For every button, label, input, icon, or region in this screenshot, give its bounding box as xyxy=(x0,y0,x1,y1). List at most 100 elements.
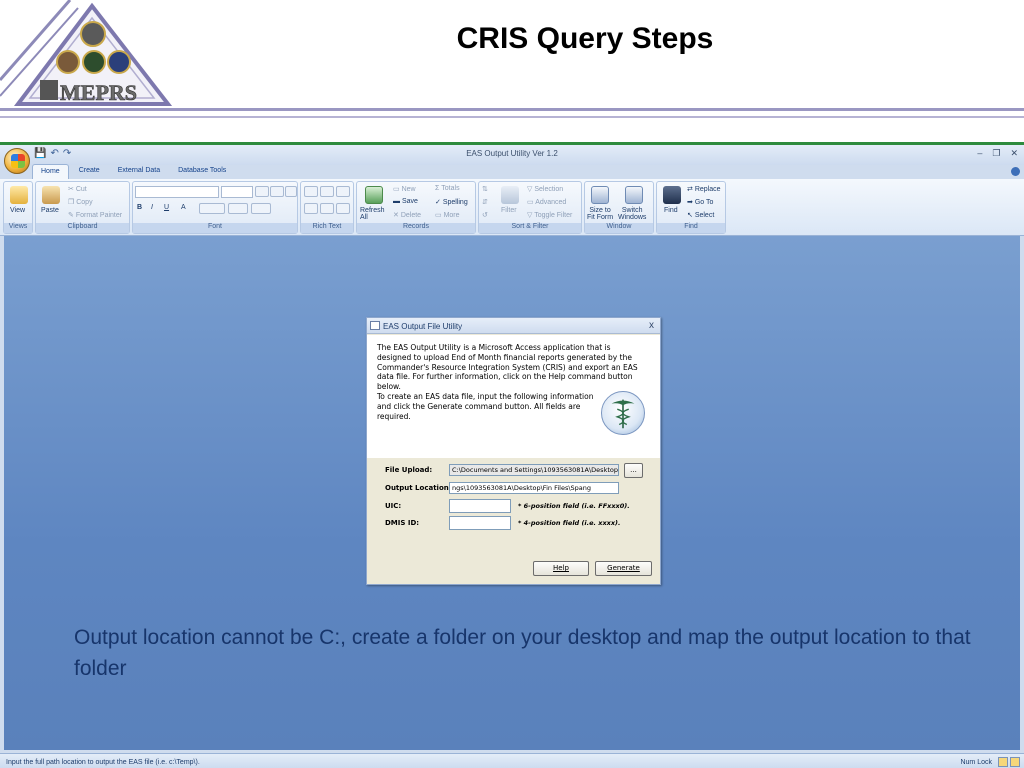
group-label-clipboard: Clipboard xyxy=(36,223,129,233)
filter-button[interactable]: Filter xyxy=(501,207,517,214)
toggle-filter-button[interactable]: ▽ Toggle Filter xyxy=(527,211,572,219)
help-icon[interactable] xyxy=(1011,167,1020,176)
save-record-button[interactable]: ▬ Save xyxy=(393,198,418,205)
format-painter-button[interactable]: ✎ Format Painter xyxy=(68,211,122,219)
browse-button[interactable]: ... xyxy=(624,463,643,478)
find-button[interactable]: Find xyxy=(664,207,678,214)
dialog-title-bar: EAS Output File Utility x xyxy=(367,318,660,334)
size-to-fit-icon[interactable] xyxy=(591,186,609,204)
header-rule xyxy=(0,108,1024,111)
group-views: View Views xyxy=(3,181,33,234)
form-icon xyxy=(370,321,380,330)
font-color-button[interactable]: A xyxy=(181,204,186,211)
cut-button[interactable]: ✂ Cut xyxy=(68,185,87,193)
binoculars-icon[interactable] xyxy=(663,186,681,204)
group-records: Refresh All ▭ New ▬ Save ✕ Delete Σ Total… xyxy=(356,181,476,234)
decrease-indent-icon[interactable] xyxy=(304,186,318,197)
underline-button[interactable]: U xyxy=(164,204,169,211)
copy-button[interactable]: ❐ Copy xyxy=(68,198,93,206)
switch-windows-icon[interactable] xyxy=(625,186,643,204)
group-label-font: Font xyxy=(133,223,297,233)
dialog-close-button[interactable]: x xyxy=(649,320,654,331)
text-direction-icon[interactable] xyxy=(336,186,350,197)
view-button[interactable]: View xyxy=(10,207,25,214)
clear-sort-icon[interactable]: ↺ xyxy=(482,211,488,219)
office-button[interactable] xyxy=(4,148,30,174)
view-switcher xyxy=(998,757,1020,767)
group-rich-text: Rich Text xyxy=(300,181,354,234)
dialog-info-panel: The EAS Output Utility is a Microsoft Ac… xyxy=(367,335,660,458)
new-record-button[interactable]: ▭ New xyxy=(393,185,416,193)
highlight-icon[interactable] xyxy=(336,203,350,214)
uic-field[interactable] xyxy=(449,499,511,513)
font-size-select[interactable] xyxy=(221,186,253,198)
dmis-id-label: DMIS ID: xyxy=(385,519,420,527)
alternate-fill-button[interactable] xyxy=(251,203,271,214)
size-to-fit-button[interactable]: Size to Fit Form xyxy=(587,207,613,221)
selection-button[interactable]: ▽ Selection xyxy=(527,185,563,193)
status-text: Input the full path location to output t… xyxy=(6,759,200,766)
sort-descending-icon[interactable]: ⇵ xyxy=(482,198,488,206)
output-location-field[interactable]: ngs\1093563081A\Desktop\Fin Files\Spang xyxy=(449,482,619,494)
view-icon[interactable] xyxy=(10,186,28,204)
form-view-icon[interactable] xyxy=(998,757,1008,767)
group-label-views: Views xyxy=(4,223,32,233)
close-icon[interactable]: ✕ xyxy=(1010,148,1018,159)
select-button[interactable]: ↖ Select xyxy=(687,211,714,219)
caduceus-icon xyxy=(601,391,645,435)
advanced-button[interactable]: ▭ Advanced xyxy=(527,198,566,206)
align-right-icon[interactable] xyxy=(285,186,297,197)
group-font: B I U A Font xyxy=(132,181,298,234)
slide-title: CRIS Query Steps xyxy=(456,22,714,55)
bullets-icon[interactable] xyxy=(304,203,318,214)
output-location-label: Output Location: xyxy=(385,484,452,492)
fill-color-button[interactable] xyxy=(199,203,225,214)
switch-windows-button[interactable]: Switch Windows xyxy=(618,207,646,221)
minimize-icon[interactable]: – xyxy=(977,148,982,159)
restore-icon[interactable]: ❐ xyxy=(992,148,1000,159)
align-center-icon[interactable] xyxy=(270,186,284,197)
office-logo-icon xyxy=(11,154,25,168)
gridlines-button[interactable] xyxy=(228,203,248,214)
refresh-icon[interactable] xyxy=(365,186,383,204)
header-rule-thin xyxy=(0,116,1024,118)
dmis-id-hint: * 4-position field (i.e. xxxx). xyxy=(518,519,621,527)
go-to-button[interactable]: ➡ Go To xyxy=(687,198,713,206)
dmis-id-field[interactable] xyxy=(449,516,511,530)
svg-text:MEPRS: MEPRS xyxy=(60,80,137,105)
tab-database-tools[interactable]: Database Tools xyxy=(170,164,234,179)
increase-indent-icon[interactable] xyxy=(320,186,334,197)
file-upload-field[interactable]: C:\Documents and Settings\1093563081A\De… xyxy=(449,464,619,476)
bold-button[interactable]: B xyxy=(137,204,142,211)
font-name-select[interactable] xyxy=(135,186,219,198)
sort-ascending-icon[interactable]: ⇅ xyxy=(482,185,488,193)
align-left-icon[interactable] xyxy=(255,186,269,197)
refresh-all-button[interactable]: Refresh All xyxy=(360,207,385,221)
spelling-button[interactable]: ✓ Spelling xyxy=(435,198,468,206)
slide-header: MEPRS CRIS Query Steps xyxy=(0,0,1024,142)
tab-external-data[interactable]: External Data xyxy=(110,164,168,179)
help-button[interactable]: Help xyxy=(533,561,589,576)
uic-label: UIC: xyxy=(385,502,402,510)
tab-home[interactable]: Home xyxy=(32,164,69,179)
window-title: EAS Output Utility Ver 1.2 xyxy=(466,149,558,158)
group-clipboard: Paste ✂ Cut ❐ Copy ✎ Format Painter Clip… xyxy=(35,181,130,234)
paste-button[interactable]: Paste xyxy=(41,207,59,214)
ribbon: View Views Paste ✂ Cut ❐ Copy ✎ Format P… xyxy=(0,179,1024,236)
generate-button[interactable]: Generate xyxy=(595,561,652,576)
window-controls: – ❐ ✕ xyxy=(977,148,1018,159)
paste-icon[interactable] xyxy=(42,186,60,204)
filter-icon[interactable] xyxy=(501,186,519,204)
intro-paragraph: The EAS Output Utility is a Microsoft Ac… xyxy=(377,343,638,392)
design-view-icon[interactable] xyxy=(1010,757,1020,767)
replace-button[interactable]: ⇄ Replace xyxy=(687,185,721,193)
slide-note: Output location cannot be C:, create a f… xyxy=(74,626,971,680)
numbering-icon[interactable] xyxy=(320,203,334,214)
more-button[interactable]: ▭ More xyxy=(435,211,460,219)
totals-button[interactable]: Σ Totals xyxy=(435,185,460,192)
tab-create[interactable]: Create xyxy=(71,164,108,179)
meprs-logo: MEPRS xyxy=(0,0,173,106)
group-window: Size to Fit Form Switch Windows Window xyxy=(584,181,654,234)
italic-button[interactable]: I xyxy=(151,204,153,211)
delete-record-button[interactable]: ✕ Delete xyxy=(393,211,421,219)
